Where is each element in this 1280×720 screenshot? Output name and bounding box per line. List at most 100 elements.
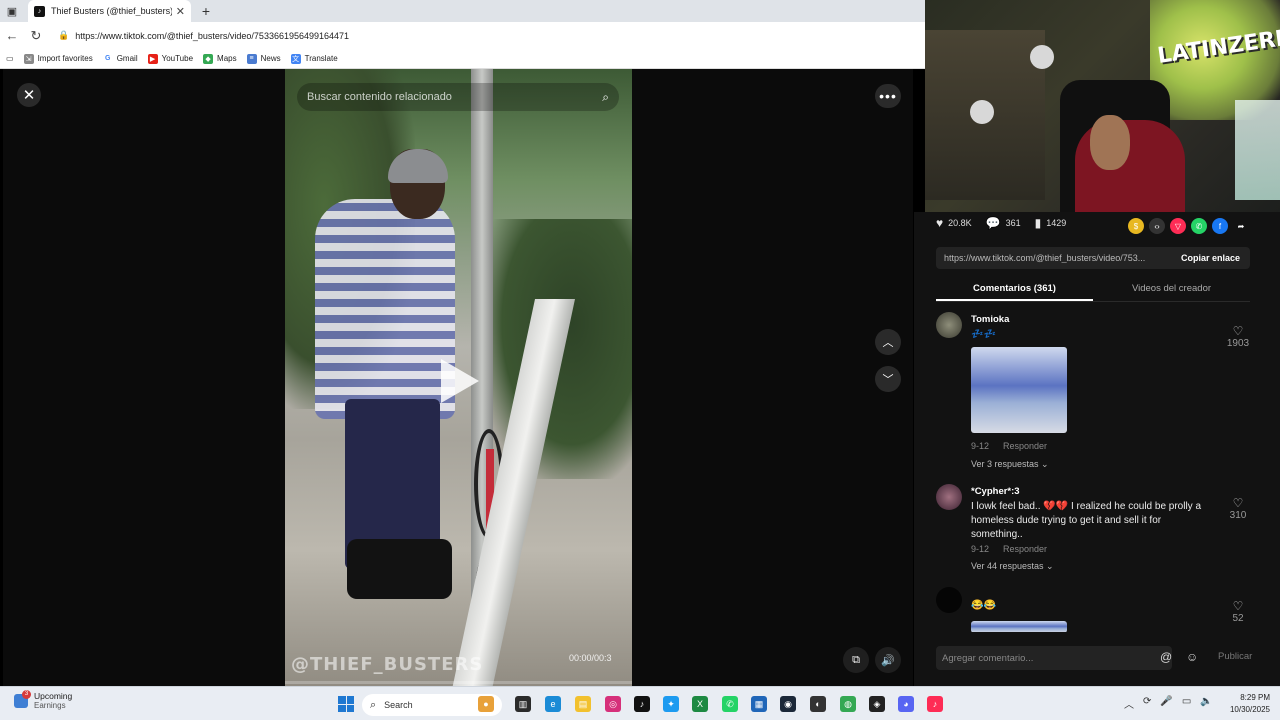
browser-tabbar: ▣ ♪ Thief Busters (@thief_busters) | Ti … [0, 0, 925, 22]
tab-actions-icon[interactable]: ▣ [0, 0, 24, 22]
comment-user[interactable]: Tomioka [971, 314, 1009, 325]
speaker-icon[interactable]: 🔈 [1200, 696, 1212, 711]
reply-button[interactable]: Responder [1003, 441, 1047, 451]
bookmark-news[interactable]: ≡ News [246, 53, 281, 64]
tiktok-live-icon[interactable]: ♪ [927, 696, 943, 712]
bookmark-label: News [260, 54, 281, 63]
avatar[interactable] [936, 587, 962, 613]
pumpkin-app-icon[interactable]: ● [478, 696, 494, 712]
close-tab-icon[interactable]: ✕ [176, 5, 185, 18]
steam-icon[interactable]: ◉ [780, 696, 796, 712]
play-icon[interactable] [441, 359, 479, 403]
copy-link-button[interactable]: Copiar enlace [1171, 253, 1250, 263]
reading-view-icon[interactable]: ▭ [6, 54, 14, 63]
mention-icon[interactable]: @ [1160, 650, 1172, 664]
webcam-helmet [970, 100, 994, 124]
comment-like-count: 310 [1229, 510, 1247, 521]
comment-like[interactable]: ♡ 1903 [1226, 324, 1250, 349]
comment-text: I lowk feel bad.. 💔💔 I realized he could… [971, 501, 1202, 540]
previous-video-button[interactable]: ︿ [875, 329, 901, 355]
comment-like-count: 52 [1232, 613, 1244, 624]
share-link-text[interactable]: https://www.tiktok.com/@thief_busters/vi… [936, 253, 1171, 263]
widget-badge: 3 [22, 689, 31, 699]
tiktok-icon[interactable]: ♪ [634, 696, 650, 712]
video-progress-bar[interactable] [285, 681, 632, 684]
tab-creator-videos[interactable]: Videos del creador [1093, 280, 1250, 301]
webcam-pc-light [1235, 100, 1280, 200]
chevron-up-icon[interactable]: ︿ [1124, 696, 1134, 711]
store-icon[interactable]: ▦ [751, 696, 767, 712]
comment-image[interactable] [971, 621, 1067, 632]
widgets-button[interactable]: 3 Upcoming Earnings [14, 689, 72, 710]
close-viewer-button[interactable]: ✕ [17, 83, 41, 107]
bookmark-import-favorites[interactable]: ⇲ Import favorites [23, 53, 93, 64]
comment-user[interactable]: *Cypher*:3 [971, 486, 1020, 497]
publish-button[interactable]: Publicar [1218, 651, 1252, 662]
webcam-face [1090, 115, 1130, 170]
display-icon[interactable]: ▭ [1182, 696, 1191, 711]
details-panel: ♥ 20.8K 💬 361 ▮ 1429 $ ‹› ▽ ✆ f ➦ https://w… [914, 212, 1280, 686]
twitter-icon[interactable]: ✦ [663, 696, 679, 712]
reply-button[interactable]: Responder [1003, 544, 1047, 554]
comment-meta: 9-12 Responder [971, 441, 1061, 451]
search-icon[interactable]: ⌕ [602, 90, 609, 105]
facebook-icon[interactable]: f [1212, 218, 1228, 234]
comment-like[interactable]: ♡ 52 [1226, 599, 1250, 624]
sync-icon[interactable]: ⟳ [1143, 696, 1151, 711]
avatar[interactable] [936, 484, 962, 510]
comment-text: 💤💤 [971, 329, 996, 340]
file-explorer-icon[interactable]: ▤ [575, 696, 591, 712]
taskbar-clock[interactable]: 8:29 PM 10/30/2025 [1222, 692, 1270, 716]
view-replies-button[interactable]: Ver 3 respuestas ⌄ [971, 459, 1049, 470]
obs-icon[interactable]: ◐ [810, 696, 826, 712]
app-icon[interactable]: ◈ [869, 696, 885, 712]
coin-icon[interactable]: $ [1128, 218, 1144, 234]
bookmark-translate[interactable]: 文 Translate [290, 53, 338, 64]
webcam-overlay: LATINZERIA [925, 0, 1280, 212]
save-button[interactable]: ▮ 1429 [1035, 216, 1067, 230]
bookmark-youtube[interactable]: ▶ YouTube [147, 53, 193, 64]
microphone-icon[interactable]: 🎤 [1160, 696, 1172, 711]
comment-like[interactable]: ♡ 310 [1226, 496, 1250, 521]
comment-date: 9-12 [971, 544, 990, 554]
pip-icon[interactable]: ⧉ [843, 647, 869, 673]
avatar[interactable] [936, 312, 962, 338]
related-search-input[interactable]: Buscar contenido relacionado ⌕ [297, 83, 619, 111]
browser-tab[interactable]: ♪ Thief Busters (@thief_busters) | Ti ✕ [28, 0, 191, 22]
volume-icon[interactable]: 🔊 [875, 647, 901, 673]
comment-text: 😂😂 [971, 600, 996, 611]
bookmark-maps[interactable]: ◆ Maps [203, 53, 237, 64]
bookmark-gmail[interactable]: G Gmail [102, 53, 138, 64]
bookmarks-bar: ▭ ⇲ Import favorites G Gmail ▶ YouTube ◆ Map… [0, 49, 925, 69]
windows-start-icon[interactable] [338, 696, 354, 712]
translate-icon: 文 [290, 53, 301, 64]
repost-icon[interactable]: ▽ [1170, 218, 1186, 234]
chrome-icon[interactable]: ◍ [840, 696, 856, 712]
widget-icon: 3 [14, 689, 31, 708]
embed-icon[interactable]: ‹› [1149, 218, 1165, 234]
instagram-icon[interactable]: ◎ [605, 696, 621, 712]
share-icon[interactable]: ➦ [1233, 218, 1249, 234]
comment-image[interactable] [971, 347, 1067, 433]
edge-icon[interactable]: e [545, 696, 561, 712]
back-button[interactable]: ← [0, 28, 24, 43]
comment-input[interactable]: Agregar comentario... [936, 646, 1172, 670]
video-player[interactable]: Buscar contenido relacionado ⌕ @THIEF_BU… [285, 69, 632, 686]
new-tab-button[interactable]: + [195, 3, 217, 19]
next-video-button[interactable]: ﹀ [875, 366, 901, 392]
discord-icon[interactable]: ◕ [898, 696, 914, 712]
comment-icon: 💬 [985, 216, 1001, 230]
excel-icon[interactable]: X [692, 696, 708, 712]
like-button[interactable]: ♥ 20.8K [936, 216, 972, 230]
tab-comments[interactable]: Comentarios (361) [936, 280, 1093, 301]
emoji-icon[interactable]: ☺ [1186, 650, 1198, 664]
comment-item: Tomioka 💤💤 9-12 Responder Ver 3 respuesta… [936, 312, 1266, 472]
url-field[interactable]: 🔒 https://www.tiktok.com/@thief_busters/… [52, 24, 925, 47]
whatsapp-icon[interactable]: ✆ [1191, 218, 1207, 234]
whatsapp-icon[interactable]: ✆ [722, 696, 738, 712]
refresh-button[interactable]: ↻ [24, 28, 48, 44]
view-replies-button[interactable]: Ver 44 respuestas ⌄ [971, 561, 1054, 572]
more-options-button[interactable]: ••• [875, 84, 901, 108]
task-view-icon[interactable]: ▥ [515, 696, 531, 712]
comment-button[interactable]: 💬 361 [986, 216, 1021, 230]
